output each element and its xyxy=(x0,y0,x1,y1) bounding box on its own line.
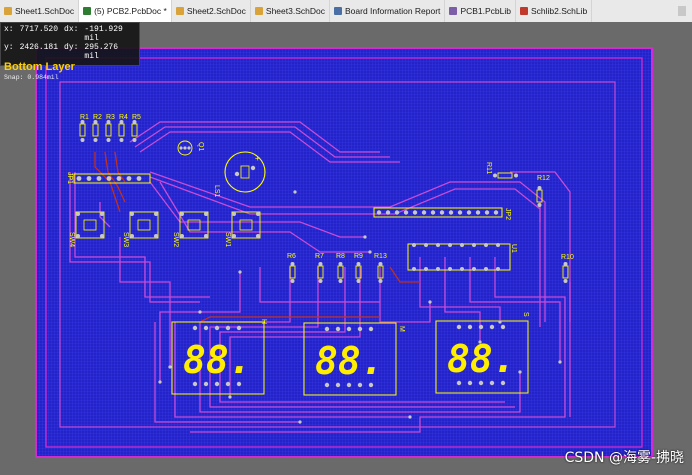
sw4-label: SW4 xyxy=(68,232,75,247)
r3-label: R3 xyxy=(106,114,115,121)
sw1-label: SW1 xyxy=(224,232,231,247)
pcb-board-view[interactable]: JP1 R1 R2 R3 R4 R5 Q1 + LS1 SW4 SW3 SW2 … xyxy=(0,22,692,475)
display-hours-label: H xyxy=(260,319,267,324)
u1-label: U1 xyxy=(510,244,517,253)
tab-label: PCB1.PcbLib xyxy=(460,6,511,16)
display-seconds-digits: 88. xyxy=(447,337,516,381)
tab-label: Schlib2.SchLib xyxy=(531,6,588,16)
r6-label: R6 xyxy=(287,253,296,260)
hud-x-value: 7717.520 xyxy=(19,25,59,34)
r12-label: R12 xyxy=(537,175,550,182)
tab-sheet3[interactable]: Sheet3.SchDoc xyxy=(251,0,330,22)
r4-label: R4 xyxy=(119,114,128,121)
hud-dx-value: -191.929 mil xyxy=(84,25,123,43)
hud-x-row: x: 7717.520 dx: -191.929 mil xyxy=(4,25,136,43)
ls1-plus-label: + xyxy=(255,154,260,163)
q1-label: Q1 xyxy=(197,142,204,151)
pcb-library-icon xyxy=(449,7,458,15)
r10-label: R10 xyxy=(561,254,574,261)
r7-label: R7 xyxy=(315,253,324,260)
hud-x-label: x: xyxy=(4,25,14,34)
schematic-doc-icon xyxy=(254,7,263,15)
r5-label: R5 xyxy=(132,114,141,121)
tab-label: Board Information Report xyxy=(344,6,441,16)
r13-label: R13 xyxy=(374,253,387,260)
tab-label: Sheet2.SchDoc xyxy=(186,6,246,16)
display-minutes-label: M xyxy=(398,326,405,332)
r1-label: R1 xyxy=(80,114,89,121)
watermark-text: CSDN @海雾-拂晓 xyxy=(564,450,684,466)
hud-y-row: y: 2426.181 dy: 295.276 mil xyxy=(4,43,136,61)
tab-board-information-report[interactable]: Board Information Report xyxy=(330,0,446,22)
pcb-doc-icon xyxy=(83,7,92,15)
jp1-label: JP1 xyxy=(66,172,73,184)
tab-sheet1[interactable]: Sheet1.SchDoc xyxy=(0,0,80,22)
tab-sheet2[interactable]: Sheet2.SchDoc xyxy=(172,0,251,22)
hud-y-value: 2426.181 xyxy=(19,43,59,52)
tab-schlib2[interactable]: Schlib2.SchLib xyxy=(516,0,593,22)
r11-label: R11 xyxy=(485,162,492,174)
coordinate-hud: x: 7717.520 dx: -191.929 mil y: 2426.181… xyxy=(0,22,140,81)
jp2-label: JP2 xyxy=(504,208,511,220)
hud-dx-label: dx: xyxy=(64,25,79,34)
hud-current-layer: Bottom Layer xyxy=(4,61,75,73)
ls1-label: LS1 xyxy=(213,185,220,198)
display-minutes-digits: 88. xyxy=(315,339,384,383)
tab-pcb1-pcblib[interactable]: PCB1.PcbLib xyxy=(445,0,516,22)
tab-overflow-icon[interactable] xyxy=(678,6,686,16)
hud-snap: Snap: 0.984mil xyxy=(4,74,59,81)
r2-label: R2 xyxy=(93,114,102,121)
r8-label: R8 xyxy=(336,253,345,260)
tab-label: (5) PCB2.PcbDoc * xyxy=(94,6,167,16)
display-hours-digits: 88. xyxy=(183,338,252,382)
hud-dy-value: 295.276 mil xyxy=(84,43,119,61)
r9-label: R9 xyxy=(354,253,363,260)
report-doc-icon xyxy=(333,7,342,15)
display-seconds-label: S xyxy=(522,312,529,317)
hud-dy-label: dy: xyxy=(64,43,79,52)
hud-y-label: y: xyxy=(4,43,14,52)
tab-label: Sheet1.SchDoc xyxy=(15,6,75,16)
document-tab-bar: Sheet1.SchDoc (5) PCB2.PcbDoc * Sheet2.S… xyxy=(0,0,692,23)
tab-label: Sheet3.SchDoc xyxy=(265,6,325,16)
schematic-doc-icon xyxy=(4,7,12,15)
schematic-doc-icon xyxy=(175,7,184,15)
sw2-label: SW2 xyxy=(172,232,179,247)
tab-pcb2[interactable]: (5) PCB2.PcbDoc * xyxy=(79,0,172,22)
sw3-label: SW3 xyxy=(122,232,129,247)
schematic-library-icon xyxy=(520,7,528,15)
